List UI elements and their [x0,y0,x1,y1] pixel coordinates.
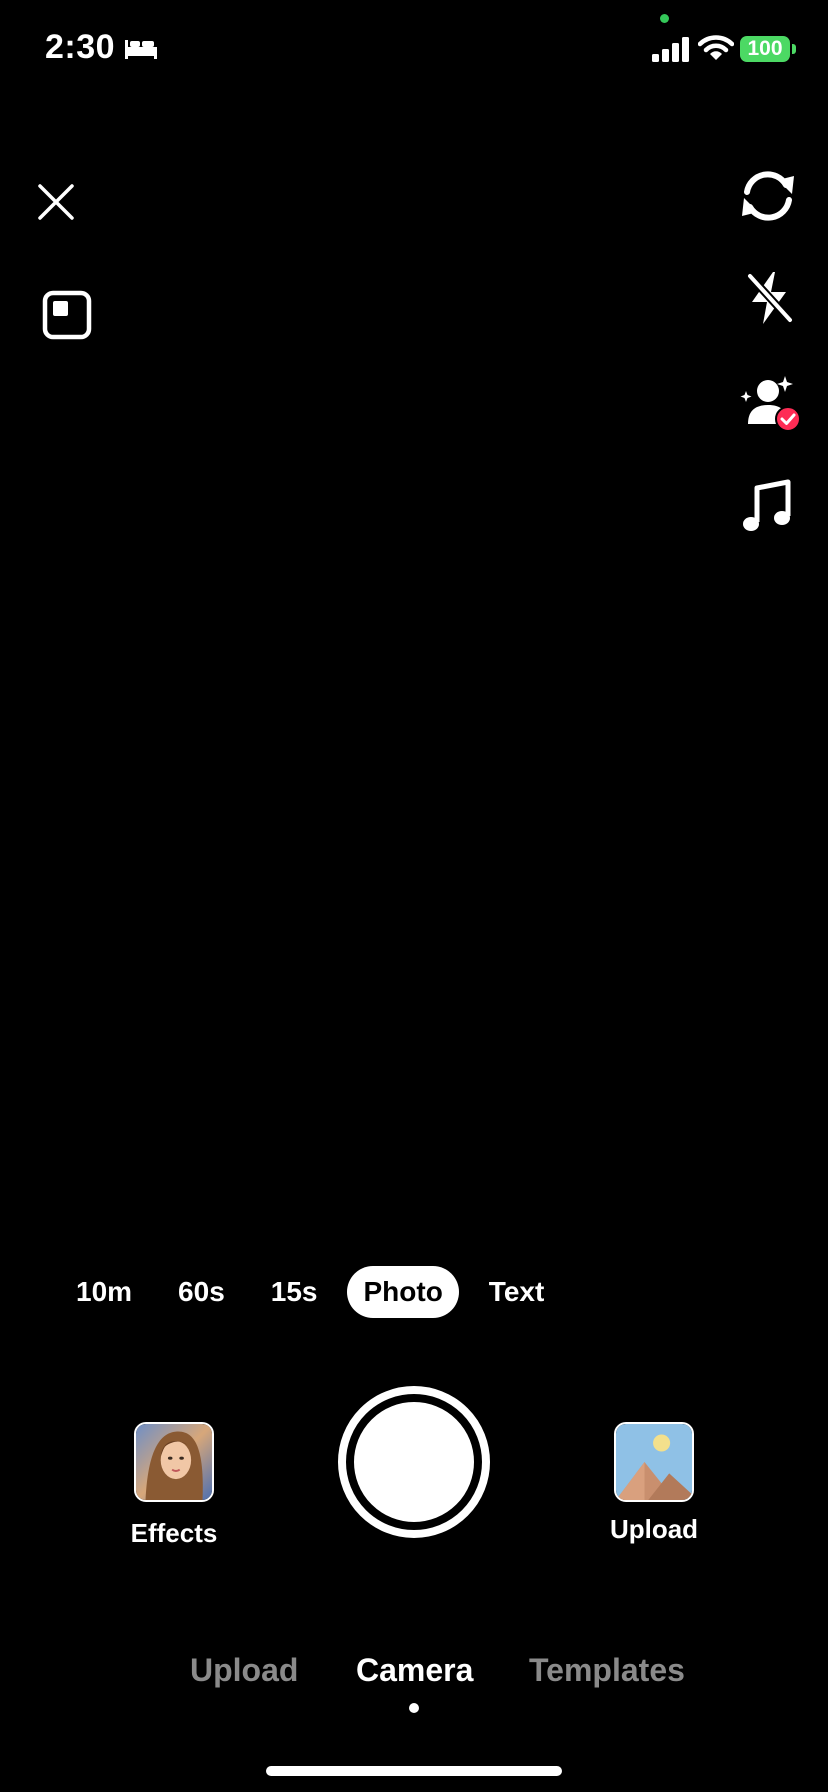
upload-button[interactable] [614,1422,694,1502]
tab-templates[interactable]: Templates [529,1652,685,1689]
mode-15s[interactable]: 15s [255,1266,334,1318]
shutter-button[interactable] [350,1398,478,1526]
battery-cap [792,44,796,54]
gallery-image-icon [616,1424,692,1500]
mode-text[interactable]: Text [473,1266,561,1318]
status-time: 2:30 [45,28,116,66]
music-icon[interactable] [742,478,792,534]
effects-button[interactable] [134,1422,214,1502]
tab-upload[interactable]: Upload [190,1652,298,1689]
aspect-ratio-icon[interactable] [42,290,92,340]
camera-screen: 2:30 100 10m 60s 15s Photo Text Effects … [0,0,828,1792]
active-tab-indicator [409,1703,419,1713]
battery-icon: 100 [740,36,790,62]
tab-camera[interactable]: Camera [356,1652,473,1689]
bed-icon [125,40,157,59]
close-icon[interactable] [36,182,76,222]
flash-off-icon[interactable] [744,270,794,326]
wifi-icon [698,35,734,60]
flip-camera-icon[interactable] [736,168,800,224]
upload-label: Upload [609,1514,699,1544]
signal-icon [652,37,689,62]
effects-label: Effects [130,1518,218,1548]
privacy-indicator-dot [660,14,669,23]
home-indicator[interactable] [266,1766,562,1776]
mode-photo[interactable]: Photo [347,1266,459,1318]
beauty-filter-icon[interactable] [740,374,802,432]
mode-10m[interactable]: 10m [60,1266,148,1318]
mode-60s[interactable]: 60s [162,1266,241,1318]
effects-thumbnail-image [136,1424,212,1500]
capture-mode-selector: 10m 60s 15s Photo Text [60,1266,574,1318]
